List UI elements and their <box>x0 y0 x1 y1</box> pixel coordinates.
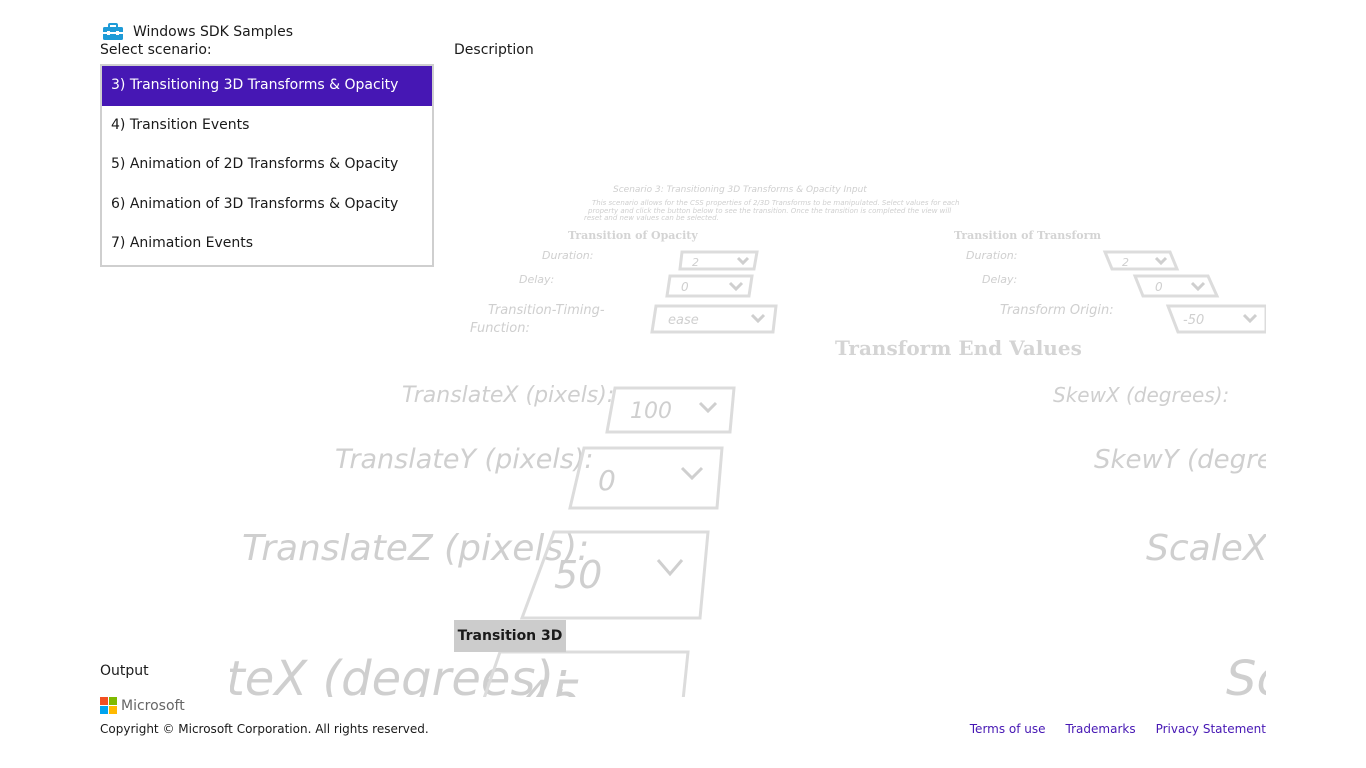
opacity-delay-value: 0 <box>681 280 689 294</box>
preview-heading: Scenario 3: Transitioning 3D Transforms … <box>613 185 867 195</box>
description-label: Description <box>454 42 534 58</box>
chevron-down-icon <box>1154 256 1168 266</box>
chevron-down-icon <box>698 401 718 414</box>
terms-of-use-link[interactable]: Terms of use <box>970 722 1046 736</box>
translate-x-value: 100 <box>630 399 672 424</box>
logo-square <box>109 697 117 705</box>
timing-function-label: Transition-Timing- <box>488 303 605 318</box>
logo-square <box>100 706 108 714</box>
output-label: Output <box>100 663 149 679</box>
transform-duration-value: 2 <box>1122 256 1129 269</box>
opacity-delay-label: Delay: <box>519 273 554 286</box>
transform-section-title: Transition of Transform <box>954 229 1101 242</box>
footer-links: Terms of use Trademarks Privacy Statemen… <box>970 722 1266 736</box>
scenario-item-4[interactable]: 4) Transition Events <box>102 106 432 146</box>
chevron-down-icon <box>1242 313 1258 324</box>
select-scenario-label: Select scenario: <box>100 42 212 58</box>
timing-function-value: ease <box>668 313 699 328</box>
microsoft-logo: Microsoft <box>100 697 185 714</box>
rotate-x-value: 45 <box>520 671 581 697</box>
transform-origin-value: -50 <box>1183 313 1204 328</box>
copyright-text: Copyright © Microsoft Corporation. All r… <box>100 722 429 736</box>
chevron-down-icon <box>736 256 750 266</box>
chevron-down-icon <box>1190 281 1206 292</box>
translate-z-value: 50 <box>554 553 602 597</box>
cut-off-label: Sc <box>1226 651 1266 697</box>
microsoft-squares-icon <box>100 697 117 714</box>
timing-function-label-2: Function: <box>470 321 530 336</box>
scale-x-label: ScaleX: <box>1146 528 1266 569</box>
translate-y-label: TranslateY (pixels): <box>335 444 594 475</box>
app-title: Windows SDK Samples <box>133 24 294 40</box>
microsoft-wordmark: Microsoft <box>121 697 185 714</box>
opacity-section-title: Transition of Opacity <box>568 229 698 242</box>
preview-canvas: Scenario 3: Transitioning 3D Transforms … <box>230 185 1266 697</box>
scenario-item-3[interactable]: 3) Transitioning 3D Transforms & Opacity <box>102 66 432 106</box>
transform-duration-select <box>1102 250 1180 271</box>
opacity-duration-value: 2 <box>692 256 699 269</box>
transform-delay-value: 0 <box>1155 280 1163 294</box>
transform-preview: Scenario 3: Transitioning 3D Transforms … <box>230 170 1266 697</box>
chevron-down-icon <box>656 559 684 577</box>
preview-intro-line1: This scenario allows for the CSS propert… <box>592 199 959 207</box>
chevron-down-icon <box>750 313 766 324</box>
transform-delay-select <box>1132 274 1220 298</box>
chevron-down-icon <box>728 281 744 292</box>
preview-intro-line3: reset and new values can be selected. <box>584 214 719 222</box>
transition-3d-button[interactable]: Transition 3D <box>454 620 566 652</box>
logo-square <box>100 697 108 705</box>
transform-origin-label: Transform Origin: <box>1000 303 1114 318</box>
translate-x-label: TranslateX (pixels): <box>402 383 614 408</box>
chevron-down-icon <box>680 466 704 481</box>
translate-z-select <box>519 530 710 620</box>
privacy-statement-link[interactable]: Privacy Statement <box>1156 722 1266 736</box>
toolbox-icon <box>103 23 123 40</box>
logo-square <box>109 706 117 714</box>
translate-y-value: 0 <box>598 464 616 497</box>
trademarks-link[interactable]: Trademarks <box>1066 722 1136 736</box>
translate-z-label: TranslateZ (pixels): <box>242 528 589 569</box>
skew-x-label: SkewX (degrees): <box>1053 383 1229 407</box>
transform-duration-label: Duration: <box>966 249 1017 262</box>
opacity-duration-label: Duration: <box>542 249 593 262</box>
skew-y-label: SkewY (degree <box>1094 445 1266 475</box>
transform-delay-label: Delay: <box>982 273 1017 286</box>
end-values-title: Transform End Values <box>835 336 1082 360</box>
